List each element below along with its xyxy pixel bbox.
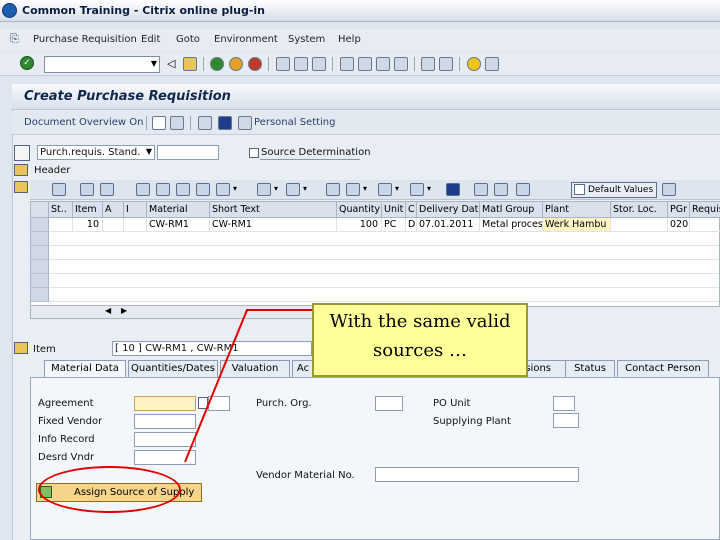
highlight-oval [38,466,181,513]
callout-box: With the same valid sources … [312,303,528,377]
callout-line-2: sources … [373,340,467,361]
annotation-pointer [184,309,312,463]
pointer-line [184,309,312,463]
callout-line-1: With the same valid [329,311,511,332]
